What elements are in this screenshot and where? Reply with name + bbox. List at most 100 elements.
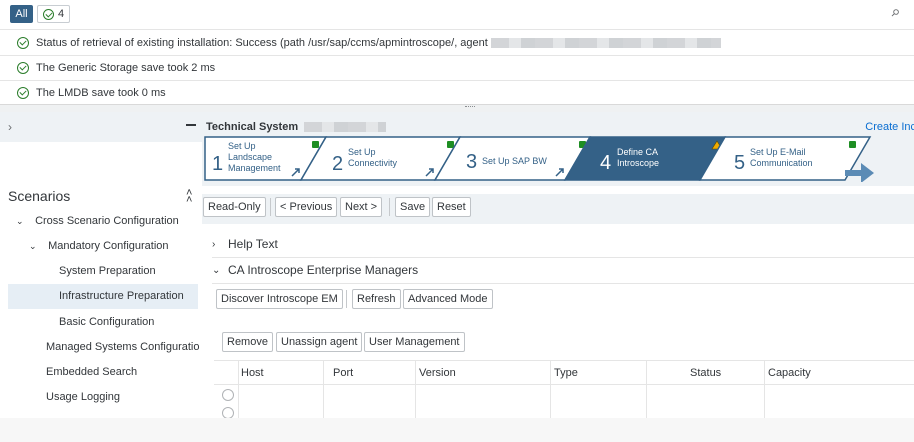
row-select-radio[interactable] [222, 389, 234, 401]
discover-introscope-em-button[interactable]: Discover Introscope EM [216, 289, 343, 309]
chevron-down-icon[interactable]: ⌄ [29, 234, 39, 259]
success-check-icon [17, 37, 29, 49]
ok-indicator-icon [849, 141, 856, 148]
column-divider [415, 361, 416, 419]
ok-indicator-icon [447, 141, 454, 148]
em-table: Host Port Version Type Status Capacity [214, 360, 914, 419]
chevron-down-icon[interactable]: ⌄ [16, 209, 26, 234]
message-text: Status of retrieval of existing installa… [36, 37, 488, 49]
toolbar-separator [270, 198, 271, 216]
chevron-down-icon[interactable]: ⌄ [212, 265, 228, 276]
redacted-agent [490, 38, 721, 48]
step-label: Communication [750, 158, 813, 168]
em-panel-title: CA Introscope Enterprise Managers [228, 263, 419, 277]
step-label: Set Up E-Mail [750, 147, 806, 157]
roadmap-step-2[interactable]: 2 Set Up Connectivity [299, 136, 462, 181]
ok-indicator-icon [312, 141, 319, 148]
tree-item-label: Managed Systems Configuratio [46, 341, 200, 353]
step-number: 2 [332, 153, 343, 175]
collapse-all-icon[interactable]: ˄ ˄ [186, 188, 192, 206]
step-label: Define CA [617, 147, 658, 157]
step-label: Set Up [348, 147, 376, 157]
toolbar-separator [346, 290, 347, 308]
column-header-capacity[interactable]: Capacity [768, 361, 811, 385]
read-only-button[interactable]: Read-Only [203, 197, 266, 217]
step-number: 3 [466, 151, 477, 173]
message-area: All 4 ⚲ Status of retrieval of existing … [0, 0, 914, 106]
tree-item-label: Cross Scenario Configuration [35, 215, 179, 227]
chevron-right-icon[interactable]: › [212, 239, 228, 250]
tree-item-label: Mandatory Configuration [48, 240, 169, 252]
wizard-toolbar: Read-Only < Previous Next > Save Reset [202, 194, 914, 224]
roadmap: 1 Set Up Landscape Management 2 Set Up C… [204, 136, 874, 182]
tree-item-label: Embedded Search [46, 366, 138, 378]
pane-splitter[interactable] [0, 104, 914, 112]
page-title-text: Technical System [206, 121, 299, 133]
roadmap-step-4[interactable]: 4 Define CA Introscope [563, 136, 727, 181]
step-label: Set Up [228, 141, 256, 151]
success-check-icon [43, 8, 54, 20]
footer-bar [0, 418, 914, 442]
column-divider [238, 361, 239, 419]
scenario-pane-header: › [0, 112, 202, 142]
tree-item-mandatory-config[interactable]: ⌄ Mandatory Configuration [0, 234, 200, 259]
message-row: Status of retrieval of existing installa… [0, 31, 914, 56]
create-incident-link[interactable]: Create Inc [865, 121, 914, 133]
tree-item-embedded-search[interactable]: Embedded Search [0, 360, 200, 385]
next-button[interactable]: Next > [340, 197, 383, 217]
previous-button[interactable]: < Previous [275, 197, 338, 217]
column-divider [646, 361, 647, 419]
column-header-type[interactable]: Type [554, 361, 578, 385]
step-number: 5 [734, 152, 745, 174]
splitter-grip-icon [465, 106, 475, 109]
toolbar-separator [389, 198, 390, 216]
tree-item-label: Usage Logging [46, 391, 121, 403]
roadmap-step-5[interactable]: 5 Set Up E-Mail Communication [698, 136, 872, 181]
tree-item-usage-logging[interactable]: Usage Logging [0, 385, 200, 410]
em-panel-header[interactable]: ⌄ CA Introscope Enterprise Managers [202, 257, 914, 283]
tree-item-infrastructure-preparation[interactable]: Infrastructure Preparation [8, 284, 198, 309]
scenarios-title: Scenarios [8, 188, 71, 204]
column-header-host[interactable]: Host [241, 361, 264, 385]
message-text: The LMDB save took 0 ms [36, 87, 166, 99]
filter-all-button[interactable]: All [10, 5, 33, 23]
tree-item-managed-systems[interactable]: Managed Systems Configuratio [0, 335, 202, 360]
step-label: Introscope [617, 158, 659, 168]
success-check-icon [17, 87, 29, 99]
remove-button[interactable]: Remove [222, 332, 273, 352]
tree-item-cross-scenario[interactable]: ⌄ Cross Scenario Configuration [0, 209, 200, 234]
page-title: Technical System [206, 121, 387, 133]
main-content: Technical System Create Inc 1 Set Up Lan… [186, 112, 914, 419]
column-header-version[interactable]: Version [419, 361, 456, 385]
column-divider [764, 361, 765, 419]
success-count: 4 [58, 8, 65, 20]
tree-item-system-preparation[interactable]: System Preparation [0, 259, 200, 284]
save-button[interactable]: Save [395, 197, 431, 217]
pin-icon[interactable]: ⚲ [888, 7, 901, 20]
step-number: 4 [600, 152, 611, 174]
tree-item-basic-configuration[interactable]: Basic Configuration [0, 310, 200, 335]
user-management-button[interactable]: User Management [364, 332, 465, 352]
column-header-port[interactable]: Port [333, 361, 353, 385]
tree-item-label: System Preparation [59, 265, 156, 277]
roadmap-step-3[interactable]: 3 Set Up SAP BW [433, 136, 592, 181]
collapse-header-icon[interactable] [186, 124, 196, 126]
step-label: Management [228, 163, 281, 173]
help-text-panel-header[interactable]: › Help Text [202, 231, 914, 257]
step-label: Connectivity [348, 158, 398, 168]
step-number: 1 [212, 153, 223, 175]
message-row: The Generic Storage save took 2 ms [0, 56, 914, 81]
filter-success-button[interactable]: 4 [37, 5, 71, 23]
step-label: Set Up SAP BW [482, 156, 547, 166]
unassign-agent-button[interactable]: Unassign agent [276, 332, 363, 352]
redacted-system-id [304, 122, 387, 133]
advanced-mode-button[interactable]: Advanced Mode [403, 289, 493, 309]
reset-button[interactable]: Reset [432, 197, 471, 217]
expand-pane-chevron-icon[interactable]: › [8, 120, 12, 134]
refresh-button[interactable]: Refresh [352, 289, 401, 309]
step-label: Landscape [228, 152, 272, 162]
help-text-title: Help Text [228, 237, 278, 251]
column-header-status[interactable]: Status [690, 361, 721, 385]
scenario-pane: › Scenarios ˄ ˄ ⌄ Cross Scenario Configur… [0, 112, 202, 418]
tree-item-label: Basic Configuration [59, 316, 155, 328]
